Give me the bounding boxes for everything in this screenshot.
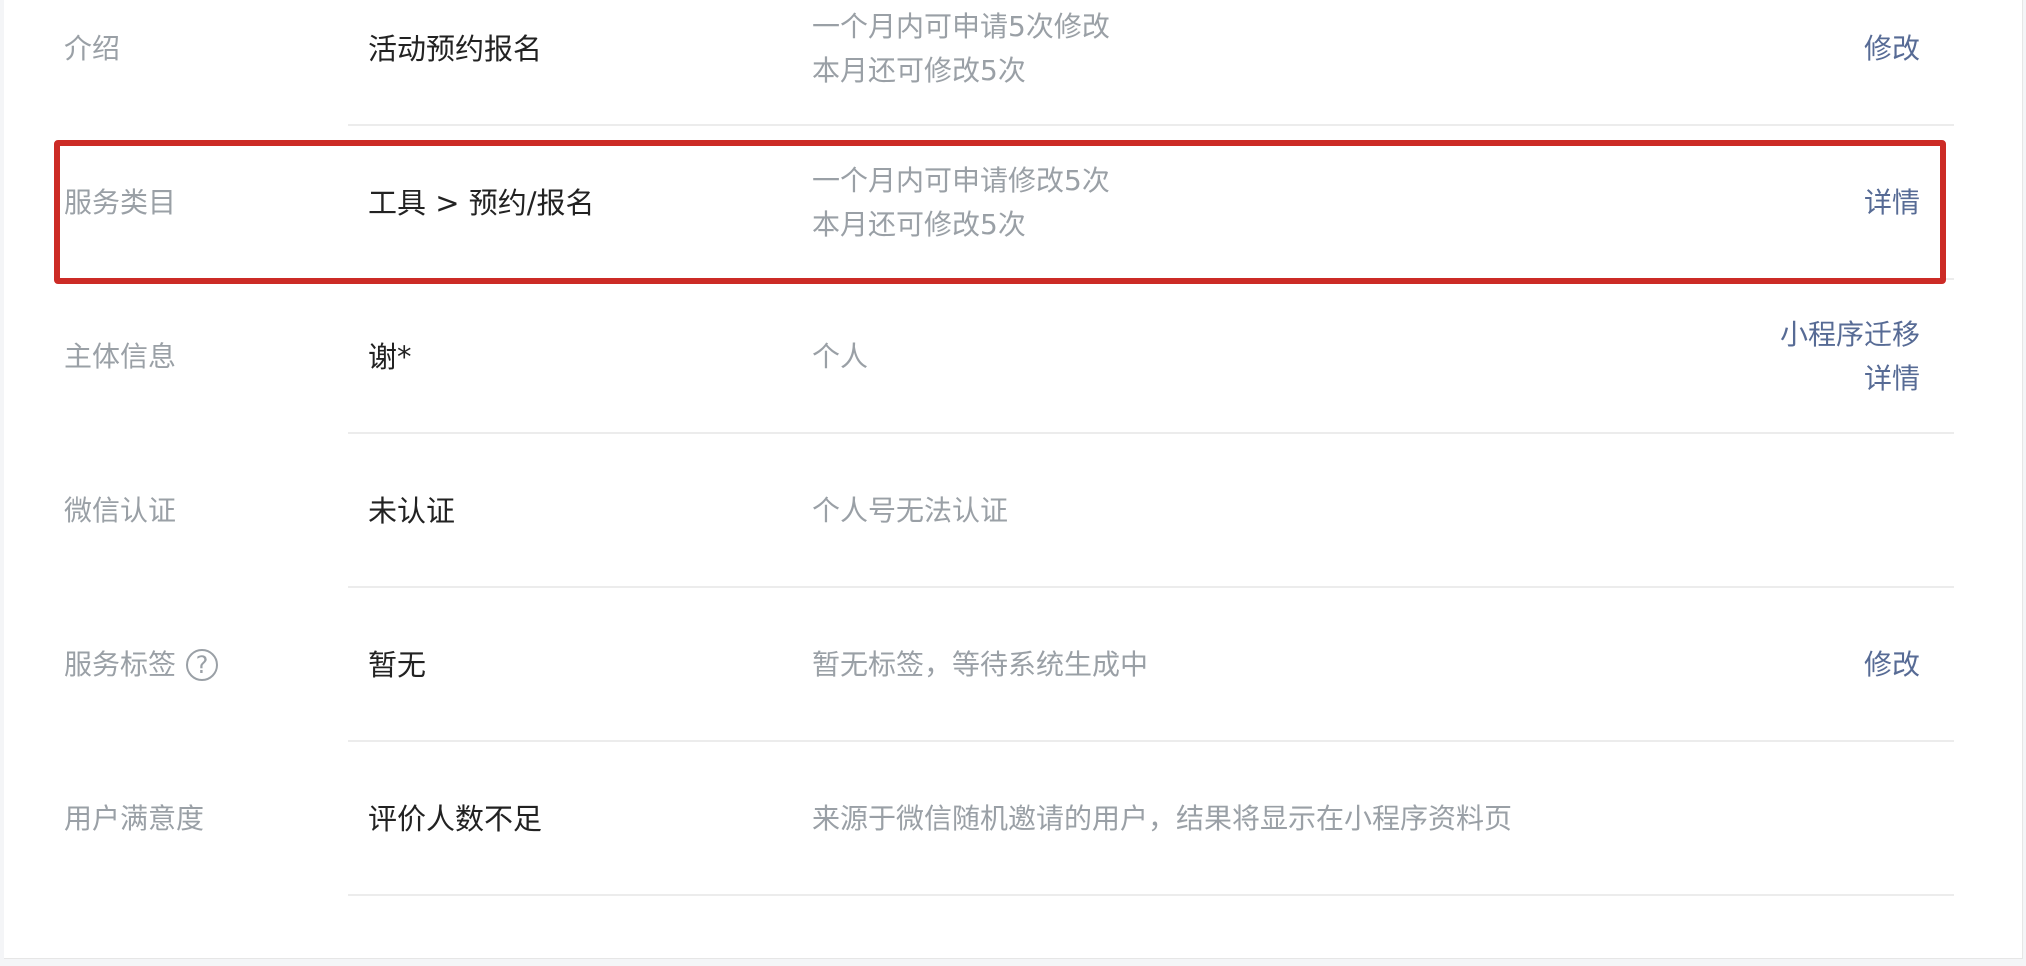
row-actions: 详情 bbox=[1864, 181, 1920, 225]
row-value: 活动预约报名 bbox=[368, 32, 543, 66]
row-description: 个人号无法认证 bbox=[812, 489, 1008, 533]
question-circle-icon[interactable]: ? bbox=[186, 649, 219, 681]
info-row-service-tags: 服务标签 ? 暂无 暂无标签，等待系统生成中 修改 bbox=[4, 588, 2022, 742]
info-row-service-category: 服务类目 工具 > 预约/报名 一个月内可申请修改5次 本月还可修改5次 详情 bbox=[4, 126, 2022, 280]
row-value: 谢* bbox=[368, 340, 412, 374]
info-row-wechat-verification: 微信认证 未认证 个人号无法认证 bbox=[4, 434, 2022, 588]
desc-line: 个人 bbox=[812, 340, 869, 373]
modify-link[interactable]: 修改 bbox=[1864, 643, 1920, 687]
row-label: 微信认证 bbox=[64, 494, 177, 527]
settings-card: 介绍 活动预约报名 一个月内可申请5次修改 本月还可修改5次 修改 服务类目 工… bbox=[4, 0, 2023, 959]
info-row-user-satisfaction: 用户满意度 评价人数不足 来源于微信随机邀请的用户，结果将显示在小程序资料页 bbox=[4, 742, 2022, 896]
info-row-intro: 介绍 活动预约报名 一个月内可申请5次修改 本月还可修改5次 修改 bbox=[4, 0, 2022, 126]
row-description: 一个月内可申请5次修改 本月还可修改5次 bbox=[812, 5, 1110, 93]
row-actions: 修改 bbox=[1864, 27, 1920, 71]
row-label: 主体信息 bbox=[64, 340, 177, 373]
row-label: 服务类目 bbox=[64, 186, 177, 219]
row-label-wrap: 服务标签 ? bbox=[64, 643, 219, 687]
desc-line: 本月还可修改5次 bbox=[812, 208, 1026, 241]
row-description: 一个月内可申请修改5次 本月还可修改5次 bbox=[812, 159, 1110, 247]
row-label: 用户满意度 bbox=[64, 802, 205, 835]
row-actions: 修改 bbox=[1864, 643, 1920, 687]
desc-line: 一个月内可申请修改5次 bbox=[812, 164, 1110, 197]
desc-line: 一个月内可申请5次修改 bbox=[812, 10, 1110, 43]
row-label: 服务标签 bbox=[64, 648, 177, 681]
details-link[interactable]: 详情 bbox=[1780, 357, 1920, 401]
row-description: 个人 bbox=[812, 335, 868, 379]
row-value: 未认证 bbox=[368, 494, 456, 528]
desc-line: 个人号无法认证 bbox=[812, 494, 1009, 527]
row-divider bbox=[348, 894, 1954, 896]
row-value: 工具 > 预约/报名 bbox=[368, 186, 595, 220]
row-value: 暂无 bbox=[368, 648, 427, 682]
desc-line: 本月还可修改5次 bbox=[812, 54, 1026, 87]
row-label: 介绍 bbox=[64, 32, 121, 65]
modify-link[interactable]: 修改 bbox=[1864, 27, 1920, 71]
details-link[interactable]: 详情 bbox=[1864, 181, 1920, 225]
row-value: 评价人数不足 bbox=[368, 802, 543, 836]
row-description: 暂无标签，等待系统生成中 bbox=[812, 643, 1148, 687]
desc-line: 来源于微信随机邀请的用户，结果将显示在小程序资料页 bbox=[812, 802, 1513, 835]
info-row-entity: 主体信息 谢* 个人 小程序迁移 详情 bbox=[4, 280, 2022, 434]
row-actions: 小程序迁移 详情 bbox=[1780, 313, 1920, 401]
migrate-miniprogram-link[interactable]: 小程序迁移 bbox=[1780, 313, 1920, 357]
desc-line: 暂无标签，等待系统生成中 bbox=[812, 648, 1149, 681]
row-description: 来源于微信随机邀请的用户，结果将显示在小程序资料页 bbox=[812, 797, 1512, 841]
